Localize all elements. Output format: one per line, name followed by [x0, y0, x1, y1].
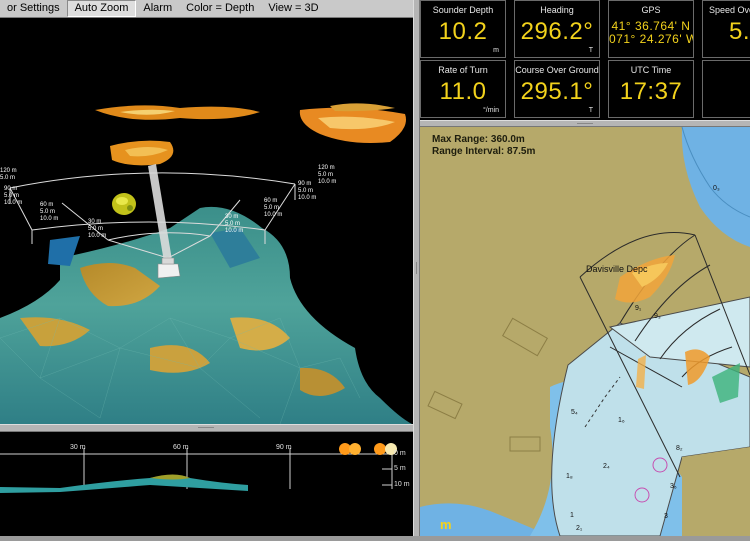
menu-view-3d[interactable]: View = 3D: [261, 1, 325, 16]
depth-sounding: 1₈: [566, 473, 573, 480]
depth-sounding: 2₄: [603, 463, 610, 470]
profile-render: [0, 443, 397, 493]
ring-label-right-30: 30 m 5.0 m 10.0 m: [225, 214, 244, 234]
tile-unit: m: [493, 47, 499, 54]
place-label-davisville: Davisville Depc: [586, 264, 648, 274]
splitter-grip: [416, 262, 417, 274]
profile-depth-5: 5 m: [394, 465, 406, 472]
chart-render: [420, 127, 750, 536]
tile-course-over-ground[interactable]: Course Over Ground 295.1° T: [514, 60, 600, 118]
vertical-splitter[interactable]: [413, 0, 420, 536]
tile-rate-of-turn[interactable]: Rate of Turn 11.0 °/min: [420, 60, 506, 118]
tile-label: Heading: [540, 5, 574, 15]
tile-label: Speed Over: [709, 5, 750, 15]
tile-empty: [702, 60, 750, 118]
tile-label: Course Over Ground: [515, 65, 599, 75]
profile-range-60: 60 m: [173, 444, 189, 451]
sounder-depth-value: 10.2: [438, 18, 488, 45]
splitter-grip: [198, 427, 214, 428]
menu-bar: or Settings Auto Zoom Alarm Color = Dept…: [0, 0, 413, 18]
ring-label-right-90: 90 m 5.0 m 10.0 m: [298, 181, 317, 201]
tile-gps[interactable]: GPS 41° 36.764' N 071° 24.276' W: [608, 0, 694, 58]
profile-range-30: 30 m: [70, 444, 86, 451]
tile-speed-over-ground[interactable]: Speed Over 5.: [702, 0, 750, 58]
sonar-3d-view[interactable]: 120 m 5.0 m 10.0 m 90 m 5.0 m 10.0 m 60 …: [0, 18, 413, 425]
tile-heading[interactable]: Heading 296.2° T: [514, 0, 600, 58]
nautical-chart[interactable]: Max Range: 360.0m Range Interval: 87.5m …: [420, 127, 750, 536]
gps-longitude: 071° 24.276' W: [609, 32, 694, 46]
depth-sounding: 5₄: [571, 409, 578, 416]
tile-label: Rate of Turn: [438, 65, 488, 75]
chart-logo: m: [440, 517, 452, 532]
instrument-panel: Sounder Depth 10.2 m Heading 296.2° T GP…: [420, 0, 750, 122]
profile-depth-0: 0 m: [394, 450, 406, 457]
depth-sounding: 1₆: [618, 417, 625, 424]
ring-label-right-far: 120 m 5.0 m 10.0 m: [318, 165, 337, 185]
ring-label-left-60: 60 m 5.0 m 10.0 m: [40, 202, 59, 222]
range-interval: Range Interval: 87.5m: [432, 146, 536, 157]
menu-color-settings[interactable]: or Settings: [0, 1, 67, 16]
ring-label-right-60: 60 m 5.0 m 10.0 m: [264, 198, 283, 218]
range-info: Max Range: 360.0m Range Interval: 87.5m: [432, 134, 535, 158]
tile-label: Sounder Depth: [432, 5, 494, 15]
ring-label-left-far: 120 m 5.0 m: [0, 168, 17, 181]
tile-label: UTC Time: [630, 65, 672, 75]
tile-unit: T: [588, 107, 593, 114]
max-range: Max Range: 360.0m: [432, 134, 525, 145]
depth-sounding: 1: [570, 512, 574, 519]
depth-sounding: 3: [664, 513, 668, 520]
course-over-ground-value: 295.1°: [520, 78, 594, 105]
tile-unit: T: [588, 47, 593, 54]
depth-sounding: 2₁: [576, 525, 583, 532]
profile-depth-10: 10 m: [394, 481, 410, 488]
sonar-profile-view[interactable]: 30 m 60 m 90 m 0 m 5 m 10 m: [0, 431, 413, 536]
depth-sounding: 9₃: [654, 313, 661, 320]
menu-auto-zoom[interactable]: Auto Zoom: [66, 0, 137, 17]
tile-label: GPS: [641, 5, 661, 15]
sonar-3d-render: [0, 103, 412, 425]
instrument-splitter[interactable]: [420, 120, 750, 127]
profile-range-90: 90 m: [276, 444, 292, 451]
profile-bottom-line: [0, 475, 248, 493]
menu-alarm[interactable]: Alarm: [136, 1, 179, 16]
tile-utc-time[interactable]: UTC Time 17:37: [608, 60, 694, 118]
fish-target: [112, 193, 136, 215]
ring-label-left-90: 90 m 5.0 m 10.0 m: [4, 186, 23, 206]
menu-color-depth[interactable]: Color = Depth: [179, 1, 261, 16]
depth-sounding: 3₆: [670, 483, 677, 490]
depth-sounding: 9₁: [635, 305, 642, 312]
depth-sounding: 8₂: [676, 445, 683, 452]
speed-value: 5.: [729, 18, 750, 45]
depth-sounding: 0₃: [713, 185, 720, 192]
heading-value: 296.2°: [520, 18, 594, 45]
splitter-grip: [577, 123, 593, 124]
rate-of-turn-value: 11.0: [439, 78, 487, 105]
utc-time-value: 17:37: [619, 78, 683, 105]
surface-return-top: [95, 105, 260, 120]
sonar-3d-pane: or Settings Auto Zoom Alarm Color = Dept…: [0, 0, 413, 536]
tile-sounder-depth[interactable]: Sounder Depth 10.2 m: [420, 0, 506, 58]
gps-value: 41° 36.764' N 071° 24.276' W: [609, 20, 693, 46]
ring-label-left-30: 30 m 5.0 m 10.0 m: [88, 219, 107, 239]
tile-unit: °/min: [482, 107, 499, 114]
